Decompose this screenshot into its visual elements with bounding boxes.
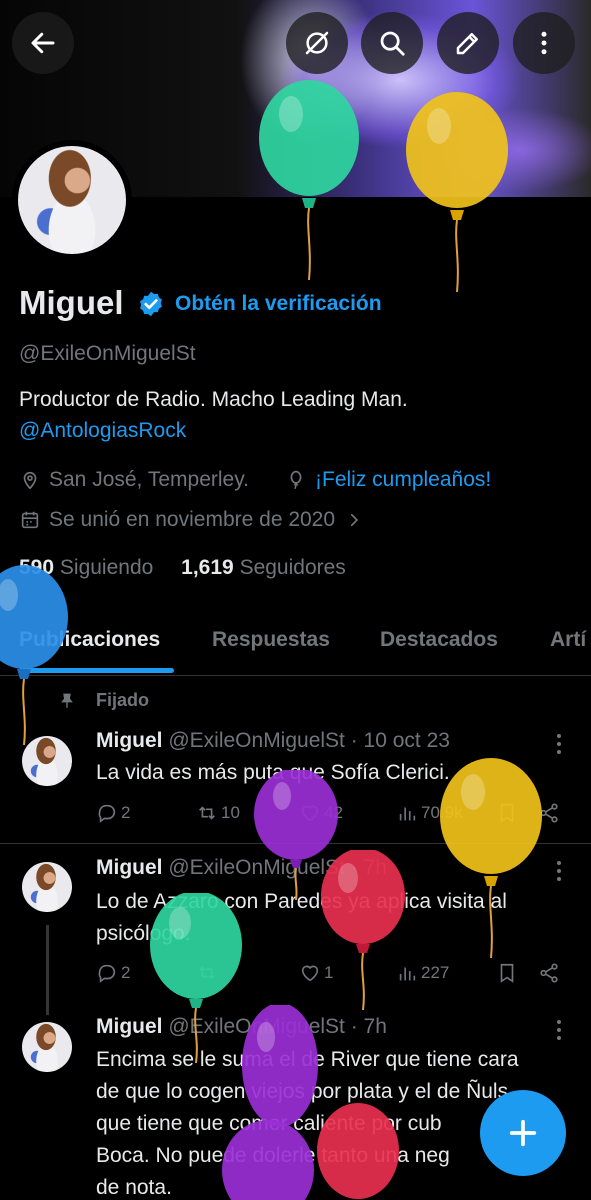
balloon-yellow-decoration bbox=[440, 758, 542, 958]
profile-joined[interactable]: Se unió en noviembre de 2020 bbox=[19, 508, 371, 532]
reply-button[interactable]: 2 bbox=[96, 962, 130, 984]
calendar-icon bbox=[21, 511, 39, 529]
profile-handle: @ExileOnMiguelSt bbox=[19, 342, 196, 365]
share-icon bbox=[540, 963, 558, 983]
compose-fab-button[interactable] bbox=[480, 1090, 566, 1176]
profile-birthday: ¡Feliz cumpleaños! bbox=[285, 468, 491, 492]
tweet-avatar[interactable] bbox=[22, 862, 72, 912]
reply-count: 2 bbox=[121, 803, 131, 822]
get-verified-link[interactable]: Obtén la verificación bbox=[175, 292, 382, 316]
eye-off-icon bbox=[305, 31, 329, 55]
followers-label: Seguidores bbox=[239, 556, 346, 579]
reply-icon bbox=[98, 964, 116, 983]
retweet-icon bbox=[199, 806, 215, 820]
views-count: 227 bbox=[421, 963, 450, 982]
verified-badge-icon[interactable] bbox=[137, 290, 165, 318]
back-button[interactable] bbox=[12, 12, 74, 74]
location-pin-icon bbox=[23, 471, 37, 490]
balloon-yellow-decoration bbox=[406, 92, 508, 292]
tweet-avatar[interactable] bbox=[22, 1022, 72, 1072]
share-button[interactable] bbox=[538, 962, 563, 984]
balloon-purple-decoration bbox=[222, 1120, 314, 1200]
balloon-blue-decoration bbox=[0, 565, 68, 745]
chevron-right-icon bbox=[350, 513, 359, 527]
balloon-green-decoration bbox=[150, 893, 242, 1063]
arrow-left-icon bbox=[31, 32, 55, 54]
followers-count: 1,619 bbox=[181, 556, 234, 579]
tab-articles[interactable]: Artí bbox=[550, 628, 586, 652]
bio-mention-link[interactable]: @AntologiasRock bbox=[19, 419, 186, 443]
reply-count: 2 bbox=[121, 963, 131, 982]
more-vertical-icon bbox=[541, 31, 547, 55]
bookmark-icon bbox=[500, 963, 514, 983]
tweet-more-icon[interactable] bbox=[552, 1019, 566, 1041]
following-label: Siguiendo bbox=[59, 556, 154, 579]
birthday-text[interactable]: ¡Feliz cumpleaños! bbox=[315, 468, 491, 492]
bar-chart-icon bbox=[399, 807, 416, 821]
tweet-more-icon[interactable] bbox=[552, 733, 566, 755]
thread-line bbox=[46, 925, 49, 1015]
profile-bio: Productor de Radio. Macho Leading Man. bbox=[19, 388, 408, 411]
tweet-author[interactable]: Miguel bbox=[96, 729, 163, 752]
profile-avatar[interactable] bbox=[12, 140, 132, 260]
pencil-icon bbox=[456, 33, 478, 55]
search-icon bbox=[380, 31, 405, 56]
tweet-more-icon[interactable] bbox=[552, 860, 566, 882]
edit-button[interactable] bbox=[437, 12, 499, 74]
balloon-red-decoration bbox=[317, 1103, 399, 1199]
bookmark-button[interactable] bbox=[496, 962, 521, 984]
heart-icon bbox=[301, 965, 319, 982]
more-options-button[interactable] bbox=[513, 12, 575, 74]
joined-text: Se unió en noviembre de 2020 bbox=[49, 508, 336, 531]
profile-name: Miguel bbox=[19, 284, 124, 321]
no-translate-button[interactable] bbox=[286, 12, 348, 74]
profile-location: San José, Temperley. bbox=[19, 468, 249, 492]
pinned-label: Fijado bbox=[96, 690, 149, 710]
tab-highlights[interactable]: Destacados bbox=[380, 628, 498, 652]
balloon-icon bbox=[290, 470, 302, 489]
retweet-count: 10 bbox=[221, 803, 240, 822]
tweet-meta: @ExileOnMiguelSt · 10 oct 23 bbox=[168, 729, 450, 752]
reply-icon bbox=[98, 804, 116, 823]
plus-icon bbox=[509, 1119, 537, 1147]
search-button[interactable] bbox=[361, 12, 423, 74]
tweet-author[interactable]: Miguel bbox=[96, 856, 163, 879]
tab-replies[interactable]: Respuestas bbox=[212, 628, 330, 652]
location-text: San José, Temperley. bbox=[49, 468, 249, 491]
followers-link[interactable]: 1,619 Seguidores bbox=[181, 556, 346, 579]
balloon-red-decoration bbox=[321, 850, 405, 1010]
retweet-button[interactable]: 10 bbox=[196, 802, 240, 824]
tweet-header: Miguel @ExileOnMiguelSt · 10 oct 23 bbox=[96, 729, 450, 753]
reply-button[interactable]: 2 bbox=[96, 802, 130, 824]
pinned-indicator: Fijado bbox=[58, 690, 149, 711]
balloon-green-decoration bbox=[259, 80, 359, 280]
balloon-purple-decoration bbox=[242, 1005, 318, 1127]
